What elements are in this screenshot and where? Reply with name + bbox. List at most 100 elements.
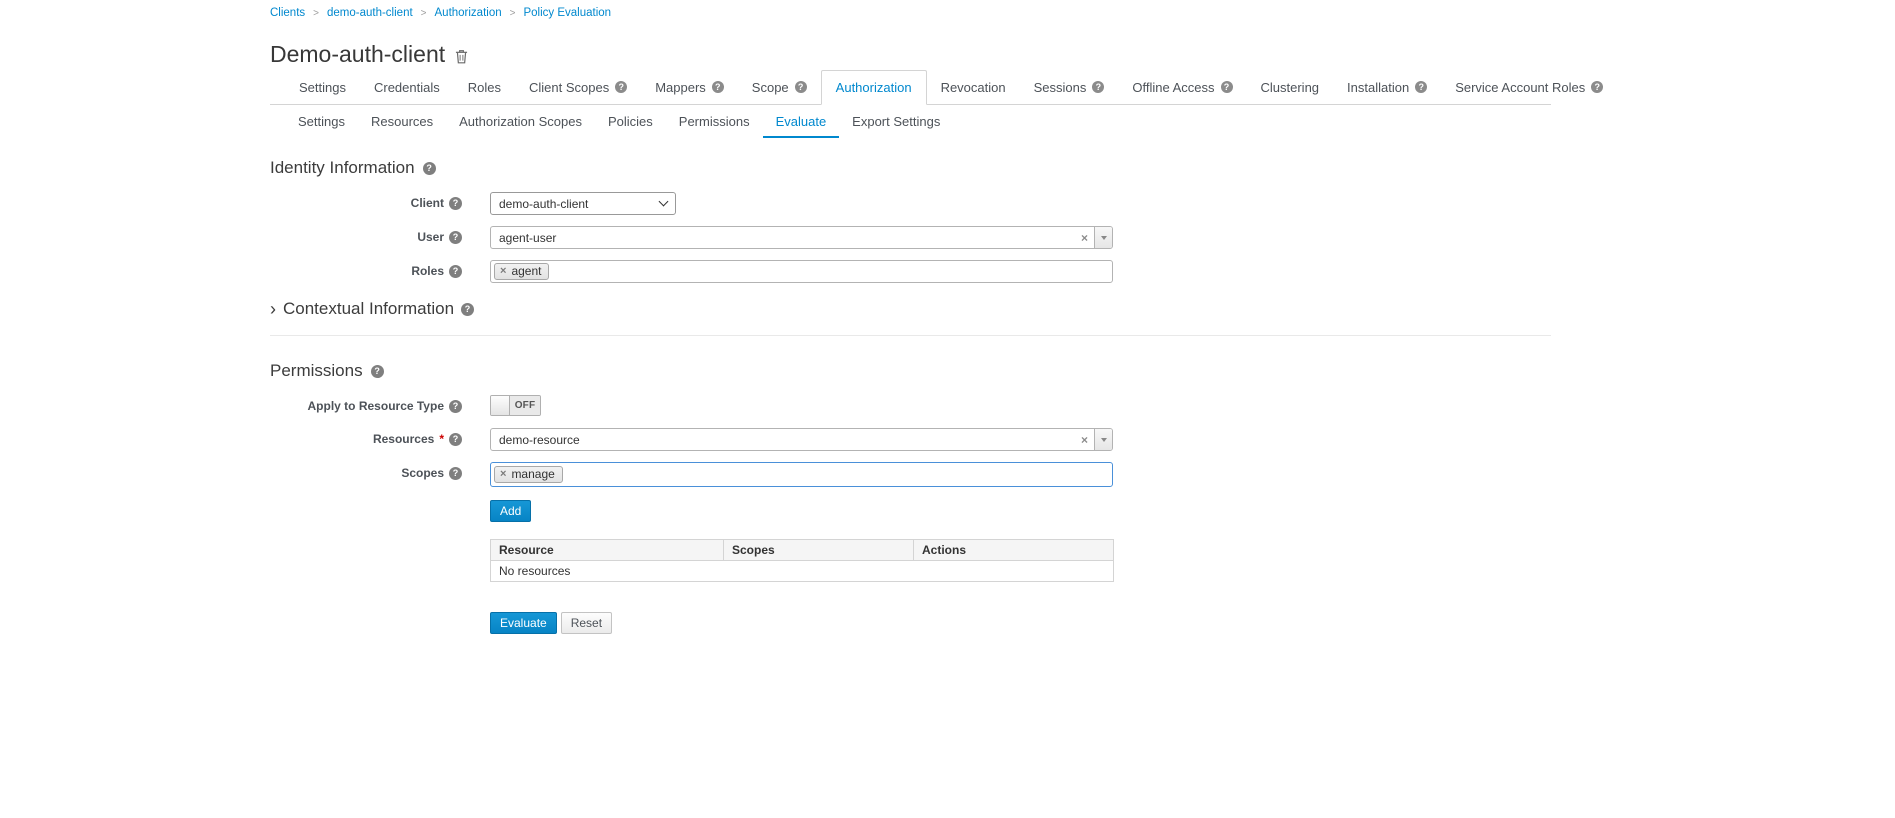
tab-clustering[interactable]: Clustering bbox=[1247, 70, 1334, 104]
help-icon[interactable]: ? bbox=[449, 231, 462, 244]
roles-tag-input[interactable]: × agent bbox=[490, 260, 1113, 283]
breadcrumb-separator: > bbox=[313, 8, 319, 19]
required-indicator: * bbox=[439, 432, 444, 446]
resources-select[interactable]: demo-resource × bbox=[490, 428, 1113, 451]
chevron-down-icon bbox=[659, 197, 669, 207]
permissions-section: Permissions ? Apply to Resource Type ? O… bbox=[270, 335, 1551, 634]
client-select[interactable]: demo-auth-client bbox=[490, 192, 676, 215]
section-title: Permissions bbox=[270, 361, 363, 381]
tab-offline-access[interactable]: Offline Access? bbox=[1118, 70, 1246, 104]
resources-dropdown-button[interactable] bbox=[1094, 429, 1112, 450]
identity-information-heading: Identity Information ? bbox=[270, 158, 1551, 178]
breadcrumb-policy-evaluation[interactable]: Policy Evaluation bbox=[523, 7, 611, 19]
resources-select-value: demo-resource bbox=[491, 433, 1075, 447]
tag-label: manage bbox=[511, 467, 554, 481]
help-icon[interactable]: ? bbox=[449, 265, 462, 278]
breadcrumb-authorization[interactable]: Authorization bbox=[435, 7, 502, 19]
help-icon[interactable]: ? bbox=[795, 81, 807, 93]
user-label: User ? bbox=[270, 226, 490, 248]
help-icon[interactable]: ? bbox=[615, 81, 627, 93]
tab-scope[interactable]: Scope? bbox=[738, 70, 821, 104]
client-label: Client ? bbox=[270, 192, 490, 214]
tab-label: Authorization bbox=[836, 80, 912, 95]
column-header-resource: Resource bbox=[491, 540, 724, 561]
apply-to-resource-type-toggle[interactable]: OFF bbox=[490, 395, 541, 416]
breadcrumb-clients[interactable]: Clients bbox=[270, 7, 305, 19]
tab-roles[interactable]: Roles bbox=[454, 70, 515, 104]
authorization-subtabs: Settings Resources Authorization Scopes … bbox=[270, 105, 1551, 138]
clear-resource-icon[interactable]: × bbox=[1075, 434, 1094, 446]
help-icon[interactable]: ? bbox=[461, 303, 474, 316]
tab-label: Sessions bbox=[1034, 80, 1087, 95]
help-icon[interactable]: ? bbox=[449, 433, 462, 446]
tab-sessions[interactable]: Sessions? bbox=[1020, 70, 1119, 104]
permissions-heading: Permissions ? bbox=[270, 361, 1551, 381]
tab-label: Offline Access bbox=[1132, 80, 1214, 95]
client-select-value: demo-auth-client bbox=[499, 197, 588, 211]
help-icon[interactable]: ? bbox=[712, 81, 724, 93]
clear-user-icon[interactable]: × bbox=[1075, 232, 1094, 244]
tab-label: Client Scopes bbox=[529, 80, 609, 95]
tab-settings[interactable]: Settings bbox=[285, 70, 360, 104]
help-icon[interactable]: ? bbox=[1092, 81, 1104, 93]
user-dropdown-button[interactable] bbox=[1094, 227, 1112, 248]
subtab-policies[interactable]: Policies bbox=[595, 105, 666, 138]
tab-label: Credentials bbox=[374, 80, 440, 95]
resources-table: Resource Scopes Actions No resources bbox=[490, 539, 1114, 582]
tab-authorization[interactable]: Authorization bbox=[821, 70, 927, 105]
subtab-authorization-scopes[interactable]: Authorization Scopes bbox=[446, 105, 595, 138]
remove-tag-icon[interactable]: × bbox=[500, 469, 506, 480]
contextual-information-toggle[interactable]: › Contextual Information ? bbox=[270, 299, 1551, 319]
tab-client-scopes[interactable]: Client Scopes? bbox=[515, 70, 641, 104]
help-icon[interactable]: ? bbox=[1591, 81, 1603, 93]
subtab-permissions[interactable]: Permissions bbox=[666, 105, 763, 138]
tab-credentials[interactable]: Credentials bbox=[360, 70, 454, 104]
breadcrumb-separator: > bbox=[510, 8, 516, 19]
chevron-down-icon bbox=[1101, 236, 1107, 240]
help-icon[interactable]: ? bbox=[423, 162, 436, 175]
tab-label: Service Account Roles bbox=[1455, 80, 1585, 95]
column-header-actions: Actions bbox=[914, 540, 1114, 561]
help-icon[interactable]: ? bbox=[1221, 81, 1233, 93]
tag-label: agent bbox=[511, 264, 541, 278]
tab-mappers[interactable]: Mappers? bbox=[641, 70, 738, 104]
page-title-text: Demo-auth-client bbox=[270, 41, 445, 68]
table-row: No resources bbox=[491, 561, 1114, 582]
resources-label: Resources * ? bbox=[270, 428, 490, 450]
delete-client-icon[interactable] bbox=[455, 49, 468, 64]
roles-label: Roles ? bbox=[270, 260, 490, 282]
breadcrumb-client[interactable]: demo-auth-client bbox=[327, 7, 413, 19]
subtab-settings[interactable]: Settings bbox=[285, 105, 358, 138]
section-title: Identity Information bbox=[270, 158, 415, 178]
empty-table-message: No resources bbox=[491, 561, 1114, 582]
subtab-resources[interactable]: Resources bbox=[358, 105, 446, 138]
scope-tag: × manage bbox=[494, 466, 563, 483]
user-select[interactable]: agent-user × bbox=[490, 226, 1113, 249]
tab-label: Settings bbox=[299, 80, 346, 95]
client-tabs: Settings Credentials Roles Client Scopes… bbox=[270, 70, 1551, 105]
evaluate-button[interactable]: Evaluate bbox=[490, 612, 557, 634]
tab-revocation[interactable]: Revocation bbox=[927, 70, 1020, 104]
column-header-scopes: Scopes bbox=[724, 540, 914, 561]
help-icon[interactable]: ? bbox=[449, 197, 462, 210]
help-icon[interactable]: ? bbox=[371, 365, 384, 378]
client-field-row: Client ? demo-auth-client bbox=[270, 192, 1551, 215]
help-icon[interactable]: ? bbox=[1415, 81, 1427, 93]
page-title: Demo-auth-client bbox=[270, 41, 1551, 68]
user-field-row: User ? agent-user × bbox=[270, 226, 1551, 249]
reset-button[interactable]: Reset bbox=[561, 612, 612, 634]
remove-tag-icon[interactable]: × bbox=[500, 266, 506, 277]
tab-label: Mappers bbox=[655, 80, 706, 95]
roles-field-row: Roles ? × agent bbox=[270, 260, 1551, 283]
help-icon[interactable]: ? bbox=[449, 400, 462, 413]
subtab-export-settings[interactable]: Export Settings bbox=[839, 105, 953, 138]
help-icon[interactable]: ? bbox=[449, 467, 462, 480]
tab-label: Clustering bbox=[1261, 80, 1320, 95]
scopes-field-row: Scopes ? × manage bbox=[270, 462, 1551, 487]
tab-service-account-roles[interactable]: Service Account Roles? bbox=[1441, 70, 1617, 104]
scopes-tag-input[interactable]: × manage bbox=[490, 462, 1113, 487]
tab-installation[interactable]: Installation? bbox=[1333, 70, 1441, 104]
add-button[interactable]: Add bbox=[490, 500, 531, 522]
subtab-evaluate[interactable]: Evaluate bbox=[763, 105, 840, 138]
form-actions: Evaluate Reset bbox=[490, 612, 1551, 634]
